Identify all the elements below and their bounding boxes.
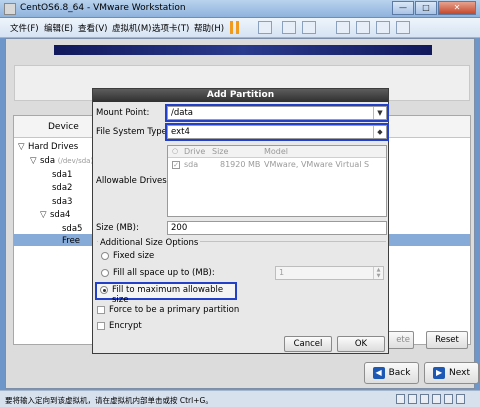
drive-checkbox[interactable]: ✓ xyxy=(172,161,180,169)
tree-item-sda3[interactable]: sda3 xyxy=(52,197,72,207)
drive-model: VMware, VMware Virtual S xyxy=(264,160,370,169)
size-input[interactable]: 200 xyxy=(167,221,387,235)
tree-item-sda5[interactable]: sda5 xyxy=(62,224,82,234)
window-title: CentOS6.8_64 - VMware Workstation xyxy=(20,3,186,13)
window-titlebar: CentOS6.8_64 - VMware Workstation — □ ✕ xyxy=(0,0,480,18)
snapshot-icon[interactable] xyxy=(258,21,272,34)
menu-help[interactable]: 帮助(H) xyxy=(194,22,224,34)
fixed-size-radio[interactable] xyxy=(101,252,109,260)
updown-icon[interactable]: ◆ xyxy=(373,126,386,138)
drive-size: 81920 MB xyxy=(220,160,261,169)
fullscreen-icon[interactable] xyxy=(336,21,350,34)
fill-max-option[interactable]: Fill to maximum allowable size xyxy=(95,282,237,305)
additional-size-heading: Additional Size Options xyxy=(98,238,201,248)
tree-item-sda1[interactable]: sda1 xyxy=(52,170,72,180)
expander-icon[interactable]: ▽ xyxy=(30,156,40,166)
dialog-title: Add Partition xyxy=(93,89,388,102)
drives-col-drive: Drive xyxy=(184,147,206,156)
statusbar: 要将输入定向到该虚拟机，请在虚拟机内部单击或按 Ctrl+G。 xyxy=(0,390,480,407)
status-text: 要将输入定向到该虚拟机，请在虚拟机内部单击或按 Ctrl+G。 xyxy=(5,396,213,405)
drives-col-size: Size xyxy=(212,147,229,156)
display-status-icon[interactable] xyxy=(456,394,465,404)
menu-edit[interactable]: 编辑(E) xyxy=(44,22,73,34)
fill-upto-spinner[interactable]: 1 ▲ ▼ xyxy=(275,266,384,280)
menu-tabs[interactable]: 选项卡(T) xyxy=(152,22,189,34)
ok-button[interactable]: OK xyxy=(337,336,385,352)
manage-snapshots-icon[interactable] xyxy=(302,21,316,34)
allowable-drives-label: Allowable Drives: xyxy=(96,176,170,186)
tree-item-hard-drives[interactable]: ▽ Hard Drives xyxy=(18,142,78,152)
primary-partition-label[interactable]: Force to be a primary partition xyxy=(109,305,239,315)
tree-item-free[interactable]: Free xyxy=(62,236,80,246)
reset-button[interactable]: Reset xyxy=(426,331,468,349)
tree-item-sda[interactable]: ▽ sda (/dev/sda) xyxy=(30,156,93,166)
cancel-button[interactable]: Cancel xyxy=(284,336,332,352)
mount-point-field[interactable]: /data ▼ xyxy=(165,104,389,122)
drive-name: sda xyxy=(184,160,199,169)
drive-row[interactable]: ✓ sda 81920 MB VMware, VMware Virtual S xyxy=(168,159,386,171)
sound-status-icon[interactable] xyxy=(444,394,453,404)
next-arrow-icon: ▶ xyxy=(433,367,446,379)
fit-guest-icon[interactable] xyxy=(396,21,410,34)
fs-type-value: ext4 xyxy=(171,127,190,137)
menubar: 文件(F) 编辑(E) 查看(V) 虚拟机(M) 选项卡(T) 帮助(H) xyxy=(0,18,480,38)
size-label: Size (MB): xyxy=(96,223,139,233)
tree-item-sda2[interactable]: sda2 xyxy=(52,183,72,193)
menu-view[interactable]: 查看(V) xyxy=(78,22,107,34)
back-arrow-icon: ◀ xyxy=(372,367,385,379)
fs-type-select[interactable]: ext4 ◆ xyxy=(165,123,389,141)
fs-type-label: File System Type: xyxy=(96,127,170,137)
mount-point-label: Mount Point: xyxy=(96,108,150,118)
fill-max-label[interactable]: Fill to maximum allowable size xyxy=(112,285,235,305)
device-header-label: Device xyxy=(48,122,79,132)
add-partition-dialog: Add Partition Mount Point: /data ▼ File … xyxy=(92,88,389,354)
encrypt-label[interactable]: Encrypt xyxy=(109,321,142,331)
minimize-button[interactable]: — xyxy=(392,1,414,15)
fixed-size-label[interactable]: Fixed size xyxy=(113,251,154,261)
pause-icon[interactable] xyxy=(230,21,240,34)
next-button[interactable]: ▶ Next xyxy=(424,362,479,384)
maximize-button[interactable]: □ xyxy=(415,1,437,15)
primary-partition-checkbox[interactable] xyxy=(97,306,105,314)
unity-icon[interactable] xyxy=(356,21,370,34)
mount-point-value: /data xyxy=(171,108,194,118)
hdd-status-icon[interactable] xyxy=(396,394,405,404)
fill-max-radio[interactable] xyxy=(100,286,108,294)
close-button[interactable]: ✕ xyxy=(438,1,476,15)
menu-vm[interactable]: 虚拟机(M) xyxy=(112,22,151,34)
fill-upto-label[interactable]: Fill all space up to (MB): xyxy=(113,268,215,278)
allowable-drives-table[interactable]: ○ Drive Size Model ✓ sda 81920 MB VMware… xyxy=(167,145,387,217)
revert-icon[interactable] xyxy=(282,21,296,34)
expander-icon[interactable]: ▽ xyxy=(18,142,28,152)
chevron-down-icon[interactable]: ▼ xyxy=(373,107,386,119)
drives-col-model: Model xyxy=(264,147,289,156)
radio-column-icon: ○ xyxy=(172,147,179,155)
back-button[interactable]: ◀ Back xyxy=(364,362,419,384)
network-status-icon[interactable] xyxy=(420,394,429,404)
fill-upto-radio[interactable] xyxy=(101,269,109,277)
spinner-arrows-icon[interactable]: ▲ ▼ xyxy=(373,267,383,279)
encrypt-checkbox[interactable] xyxy=(97,322,105,330)
vmware-app-icon xyxy=(4,3,16,15)
tree-item-sda4[interactable]: ▽ sda4 xyxy=(40,210,70,220)
menu-file[interactable]: 文件(F) xyxy=(10,22,39,34)
expander-icon[interactable]: ▽ xyxy=(40,210,50,220)
cd-status-icon[interactable] xyxy=(408,394,417,404)
installer-banner xyxy=(54,45,432,55)
drives-table-header: ○ Drive Size Model xyxy=(168,146,386,158)
usb-status-icon[interactable] xyxy=(432,394,441,404)
console-view-icon[interactable] xyxy=(376,21,390,34)
